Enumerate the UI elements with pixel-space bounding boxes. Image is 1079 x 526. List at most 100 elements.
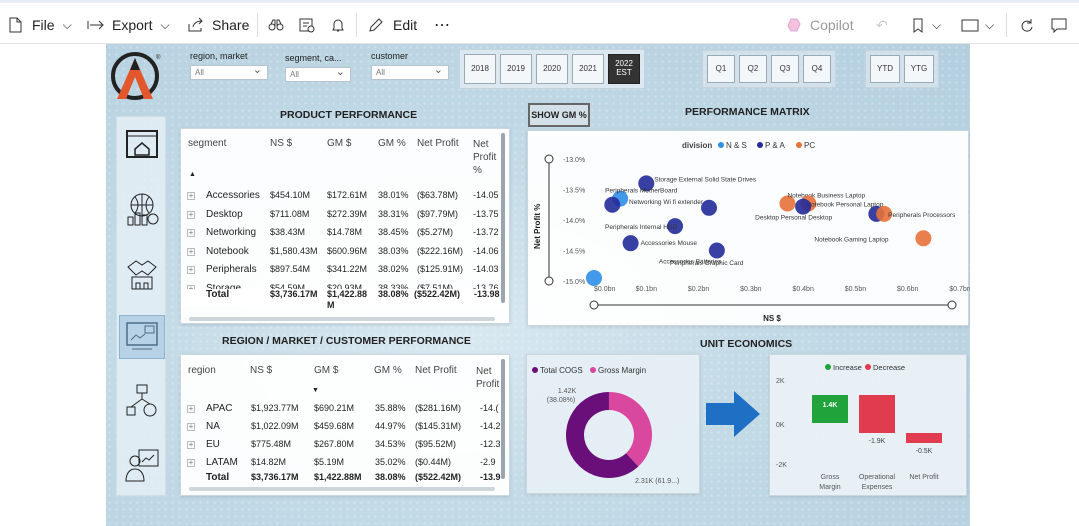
x-slider-handle-left[interactable] xyxy=(589,300,599,310)
year-2020[interactable]: 2020 xyxy=(536,54,568,84)
export-menu[interactable]: Export ⌵ xyxy=(87,15,170,35)
product-performance-title: PRODUCT PERFORMANCE xyxy=(280,109,418,121)
share-button[interactable]: Share xyxy=(187,15,249,35)
year-2021[interactable]: 2021 xyxy=(572,54,604,84)
quarter-q1[interactable]: Q1 xyxy=(707,55,735,83)
cell-value: ($0.44M) xyxy=(415,457,452,467)
table-row[interactable]: + Storage $54.59M $20.93M 38.33% ($7.51M) -13.… xyxy=(181,282,503,289)
y-slider-handle-top[interactable] xyxy=(544,154,554,164)
region-name: LATAM xyxy=(206,457,238,468)
show-gm-button[interactable]: SHOW GM % xyxy=(528,103,590,127)
col-header-net-profit[interactable]: Net Profit xyxy=(415,365,457,376)
expand-icon[interactable]: + xyxy=(187,266,195,274)
slicer-region[interactable]: region, market All xyxy=(190,51,268,80)
edit-button[interactable]: Edit xyxy=(368,15,417,35)
slicer-segment[interactable]: segment, ca... All xyxy=(285,53,351,82)
view-menu[interactable]: ⌵ xyxy=(961,15,994,35)
y-slider-handle-bottom[interactable] xyxy=(544,276,554,286)
period-ytd[interactable]: YTD xyxy=(870,55,900,83)
legend-marker xyxy=(796,142,802,148)
scatter-point[interactable] xyxy=(708,242,725,259)
col-header-net-profit-pct[interactable]: Net Profit % xyxy=(473,138,501,177)
cell-value: $341.22M xyxy=(327,264,368,274)
table-row[interactable]: + Peripherals $897.54M $341.22M 38.02% ($125.… xyxy=(181,263,503,281)
cell-value: $1,923.77M xyxy=(251,403,299,413)
cell-value: $38.43M xyxy=(270,227,306,237)
data-label: 1.42K xyxy=(558,388,577,395)
scatter-point[interactable] xyxy=(586,269,602,286)
quarter-q4[interactable]: Q4 xyxy=(803,55,831,83)
table-row[interactable]: + Desktop $711.08M $272.39M 38.31% ($97.79M) -… xyxy=(181,208,503,226)
quarter-q2[interactable]: Q2 xyxy=(739,55,767,83)
col-header-gm[interactable]: GM $ xyxy=(327,138,351,149)
expand-icon[interactable]: + xyxy=(187,423,195,431)
expand-icon[interactable]: + xyxy=(187,459,195,467)
more-options-icon[interactable]: ⋯ xyxy=(434,15,450,35)
supply-chain-icon[interactable] xyxy=(119,379,165,423)
gross-margin-slice[interactable] xyxy=(608,392,652,467)
slicer-customer[interactable]: customer All xyxy=(371,51,449,80)
ad-analytics-icon[interactable] xyxy=(119,315,165,359)
data-label: -0.5K xyxy=(916,448,933,455)
table-row[interactable]: + NA $1,022.09M $459.68M 44.97% ($145.31M) -14… xyxy=(181,420,503,438)
table-row[interactable]: + EU $775.48M $267.80M 34.53% ($95.52M) -12.3 xyxy=(181,438,503,456)
expand-icon[interactable]: + xyxy=(187,441,195,449)
col-header-net-profit-pct[interactable]: Net Profit xyxy=(476,365,504,391)
table-row[interactable]: + Accessories $454.10M $172.61M 38.01% ($63.7… xyxy=(181,189,503,207)
comments-icon[interactable] xyxy=(1051,15,1067,35)
handshake-icon[interactable] xyxy=(119,251,165,295)
col-header-gm[interactable]: GM $ xyxy=(314,365,338,376)
data-label: 2.31K (61.9...) xyxy=(635,478,679,485)
bell-icon[interactable] xyxy=(331,15,345,35)
col-header-segment[interactable]: segment xyxy=(188,138,226,149)
waterfall-bar[interactable] xyxy=(859,395,895,433)
finance-globe-icon[interactable] xyxy=(119,187,165,231)
year-2018[interactable]: 2018 xyxy=(464,54,496,84)
col-header-net-profit[interactable]: Net Profit xyxy=(417,138,459,149)
col-header-region[interactable]: region xyxy=(188,365,216,376)
home-icon[interactable] xyxy=(119,123,165,167)
col-header-gm-pct[interactable]: GM % xyxy=(378,138,406,149)
waterfall-bar[interactable] xyxy=(906,433,942,443)
y-axis-label: Net Profit % xyxy=(533,204,542,249)
year-2022-est[interactable]: 2022 EST xyxy=(608,54,640,84)
cell-value: $459.68M xyxy=(314,421,355,431)
table-row[interactable]: + Notebook $1,580.43M $600.96M 38.03% ($222.1… xyxy=(181,245,503,263)
quarter-q3[interactable]: Q3 xyxy=(771,55,799,83)
undo-icon[interactable]: ↶ xyxy=(876,15,888,35)
file-menu[interactable]: File ⌵ xyxy=(8,15,72,35)
comment-add-icon[interactable] xyxy=(299,15,315,35)
expand-icon[interactable]: + xyxy=(187,247,195,256)
vertical-scrollbar[interactable] xyxy=(501,133,505,303)
expand-icon[interactable]: + xyxy=(187,210,195,219)
col-header-gm-pct[interactable]: GM % xyxy=(374,365,402,376)
expand-icon[interactable]: + xyxy=(187,405,195,413)
cell-value: -2.9 xyxy=(480,457,496,467)
scatter-point[interactable] xyxy=(622,235,639,252)
expand-icon[interactable]: + xyxy=(187,192,195,200)
col-header-ns[interactable]: NS $ xyxy=(250,365,272,376)
y-tick-label: -13.5% xyxy=(563,188,585,195)
scatter-point[interactable] xyxy=(604,196,621,213)
horizontal-scrollbar[interactable] xyxy=(189,487,495,491)
vertical-scrollbar[interactable] xyxy=(501,359,505,479)
year-2019[interactable]: 2019 xyxy=(500,54,532,84)
cell-value: ($95.52M) xyxy=(415,439,457,449)
horizontal-scrollbar[interactable] xyxy=(189,317,495,321)
scatter-point[interactable] xyxy=(915,230,932,247)
x-slider-handle-right[interactable] xyxy=(947,300,957,310)
waterfall-bar[interactable] xyxy=(812,395,848,423)
period-ytg[interactable]: YTG xyxy=(904,55,934,83)
col-header-ns[interactable]: NS $ xyxy=(270,138,292,149)
bookmark-menu[interactable]: ⌵ xyxy=(912,15,941,35)
scatter-point[interactable] xyxy=(701,199,718,216)
table-row[interactable]: + APAC $1,923.77M $690.21M 35.88% ($281.16M) -… xyxy=(181,402,503,420)
cell-value: -13.75 xyxy=(473,208,499,219)
expand-icon[interactable]: + xyxy=(187,229,195,237)
binoculars-icon[interactable] xyxy=(268,15,284,35)
scatter-point[interactable] xyxy=(795,198,812,215)
copilot-button[interactable]: Copilot xyxy=(786,15,854,35)
refresh-icon[interactable] xyxy=(1019,15,1034,35)
user-dashboard-icon[interactable] xyxy=(119,443,165,487)
table-row[interactable]: + Networking $38.43M $14.78M 38.45% ($5.27M) -… xyxy=(181,226,503,244)
